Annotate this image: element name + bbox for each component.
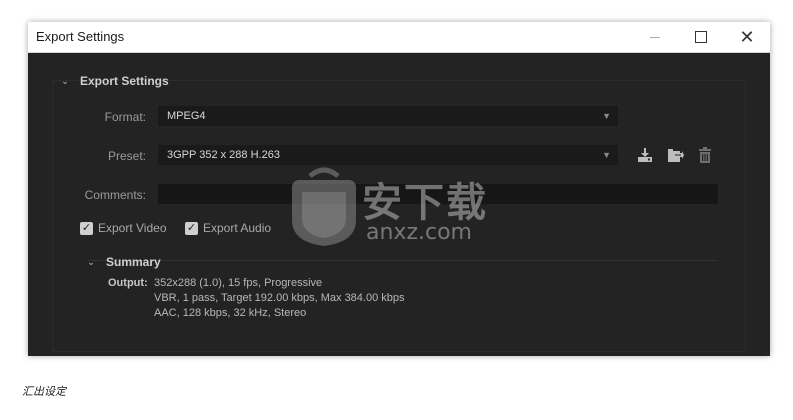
checkmark-icon: ✓: [185, 221, 198, 235]
export-settings-section-label: Export Settings: [80, 74, 169, 88]
save-preset-button[interactable]: [636, 146, 654, 164]
output-label: Output:: [108, 277, 148, 289]
export-audio-checkbox[interactable]: ✓ Export Audio: [185, 221, 271, 235]
format-label: Format:: [104, 110, 146, 124]
chevron-down-icon: ⌄: [61, 75, 69, 86]
export-audio-label: Export Audio: [203, 221, 272, 235]
minimize-icon: [650, 36, 660, 38]
close-icon: ✕: [739, 27, 755, 47]
format-value: MPEG4: [167, 110, 206, 122]
close-button[interactable]: ✕: [724, 22, 770, 52]
summary-line: VBR, 1 pass, Target 192.00 kbps, Max 384…: [154, 292, 405, 304]
watermark-subtext: anxz.com: [366, 220, 472, 245]
comments-label: Comments:: [84, 188, 146, 202]
export-video-label: Export Video: [98, 221, 167, 235]
preset-value: 3GPP 352 x 288 H.263: [167, 149, 280, 161]
delete-preset-button[interactable]: [696, 146, 714, 164]
maximize-icon: [695, 31, 707, 43]
watermark: 安下载 anxz.com: [288, 166, 508, 248]
chevron-down-icon: ▼: [602, 111, 611, 121]
minimize-button[interactable]: [632, 22, 678, 52]
import-preset-icon: [668, 149, 684, 162]
chevron-down-icon: ⌄: [87, 256, 95, 267]
summary-line: AAC, 128 kbps, 32 kHz, Stereo: [154, 307, 307, 319]
export-settings-section-header[interactable]: ⌄ Export Settings: [60, 74, 169, 88]
summary-section-label: Summary: [106, 255, 161, 269]
save-preset-icon: [638, 148, 652, 162]
export-video-checkbox[interactable]: ✓ Export Video: [80, 221, 167, 235]
summary-section-header[interactable]: ⌄ Summary: [86, 255, 161, 269]
delete-preset-icon: [699, 147, 711, 163]
checkmark-icon: ✓: [80, 221, 93, 235]
preset-label: Preset:: [107, 149, 146, 163]
summary-divider: [88, 260, 718, 261]
figure-caption: 汇出设定: [22, 386, 66, 398]
maximize-button[interactable]: [678, 22, 724, 52]
title-bar[interactable]: Export Settings ✕: [28, 22, 770, 53]
preset-select[interactable]: 3GPP 352 x 288 H.263 ▼: [158, 145, 618, 165]
format-select[interactable]: MPEG4 ▼: [158, 106, 618, 126]
import-preset-button[interactable]: [666, 146, 684, 164]
chevron-down-icon: ▼: [602, 150, 611, 160]
window-title: Export Settings: [36, 29, 125, 44]
summary-line: 352x288 (1.0), 15 fps, Progressive: [154, 277, 323, 289]
